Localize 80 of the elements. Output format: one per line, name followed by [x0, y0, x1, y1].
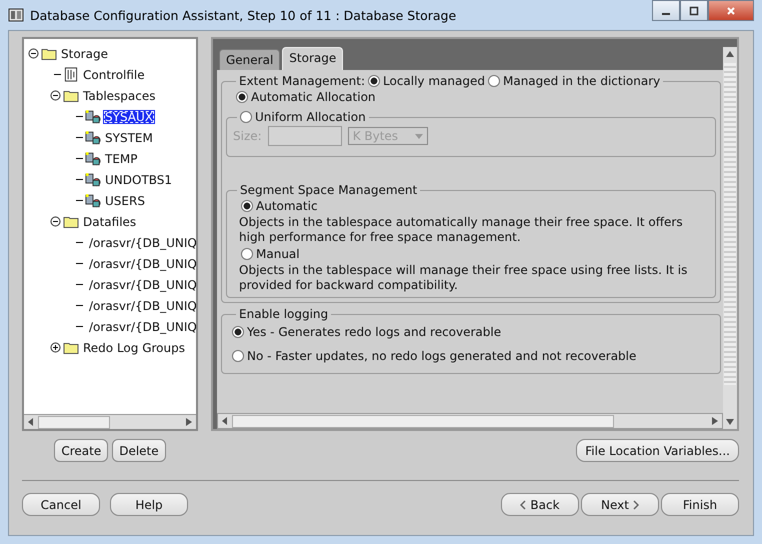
tree-item[interactable]: USERS [103, 194, 147, 208]
radio-label[interactable]: No - Faster updates, no redo logs generated and not recoverable [247, 349, 636, 363]
scroll-left-icon[interactable] [222, 417, 228, 425]
radio-label[interactable]: Yes - Generates redo logs and recoverable [247, 325, 502, 339]
scroll-right-icon[interactable] [712, 417, 718, 425]
radio-label[interactable]: Locally managed [383, 74, 485, 88]
horizontal-scrollbar[interactable] [24, 414, 196, 429]
option-description: Objects in the tablespace will manage their free space using free lists. It is provided for backward compatibility. [238, 263, 688, 293]
tree-item[interactable]: SYSAUX [103, 110, 155, 124]
radio-button[interactable] [368, 75, 380, 87]
minimize-button[interactable] [652, 0, 680, 21]
close-icon [726, 6, 736, 16]
database-icon [85, 151, 101, 166]
tree-item[interactable]: Storage [59, 46, 110, 60]
collapse-icon[interactable] [28, 48, 39, 59]
database-icon [85, 109, 101, 124]
tab[interactable]: General [219, 49, 280, 70]
close-button[interactable] [708, 0, 754, 21]
navigation-button[interactable]: Next [581, 493, 659, 516]
expand-icon[interactable] [50, 342, 61, 353]
dialog-button[interactable]: Cancel [22, 493, 100, 516]
tree-item[interactable]: SYSTEM [103, 130, 155, 144]
tree-item[interactable]: /orasvr/{DB_UNIQ [87, 278, 196, 292]
section-title: Segment Space Management [240, 183, 418, 197]
tab[interactable]: Storage [282, 47, 344, 70]
tree-item[interactable]: Tablespaces [81, 88, 158, 102]
radio-button[interactable] [240, 111, 252, 123]
tree-action-button[interactable]: Delete [112, 439, 166, 462]
radio-button[interactable] [236, 91, 248, 103]
radio-label[interactable]: Managed in the dictionary [502, 74, 660, 88]
scroll-left-icon[interactable] [28, 418, 34, 426]
option-description: Objects in the tablespace automatically manage their free space. It offers high performance for free space management. [238, 215, 684, 245]
tree-item[interactable]: UNDOTBS1 [103, 172, 174, 186]
extent-management-label: Extent Management: [239, 74, 365, 88]
tree-item[interactable]: /orasvr/{DB_UNIQ [87, 298, 196, 312]
document-icon [63, 67, 79, 82]
navigation-button[interactable]: Back [501, 493, 579, 516]
collapse-icon[interactable] [50, 90, 61, 101]
database-icon [85, 130, 101, 145]
scroll-down-icon[interactable] [726, 419, 734, 425]
radio-button[interactable] [488, 75, 500, 87]
tree-action-button[interactable]: Create [54, 439, 108, 462]
dialog-button[interactable]: Help [110, 493, 188, 516]
window-title: Database Configuration Assistant, Step 10 of 11 : Database Storage [30, 8, 456, 22]
folder-icon [41, 46, 57, 61]
caret-icon [414, 134, 423, 138]
radio-label[interactable]: Automatic [256, 199, 318, 213]
horizontal-scrollbar[interactable] [217, 413, 723, 429]
tree-item[interactable]: /orasvr/{DB_UNIQ [87, 320, 196, 334]
radio-button[interactable] [241, 248, 253, 260]
database-icon [85, 172, 101, 187]
minimize-icon [662, 12, 670, 14]
tree-item[interactable]: /orasvr/{DB_UNIQ [87, 236, 196, 250]
folder-icon [63, 340, 79, 355]
folder-icon [63, 88, 79, 103]
radio-button[interactable] [232, 326, 244, 338]
radio-label[interactable]: Uniform Allocation [255, 110, 366, 124]
chevron-right-icon [632, 500, 639, 510]
database-icon [85, 193, 101, 208]
folder-icon [63, 214, 79, 229]
app-icon [8, 7, 24, 23]
vertical-scrollbar[interactable] [723, 47, 737, 429]
scroll-up-icon[interactable] [726, 51, 734, 57]
radio-button[interactable] [232, 350, 244, 362]
tree-item[interactable]: /orasvr/{DB_UNIQ [87, 256, 196, 270]
maximize-button[interactable] [680, 0, 708, 21]
chevron-left-icon [520, 500, 526, 510]
tree-item[interactable]: Controlfile [81, 68, 147, 82]
maximize-icon [689, 6, 699, 16]
section-title: Enable logging [239, 307, 328, 321]
tree-item[interactable]: TEMP [103, 152, 140, 166]
collapse-icon[interactable] [50, 216, 61, 227]
navigation-button[interactable]: Finish [661, 493, 739, 516]
radio-button[interactable] [241, 200, 253, 212]
file-location-variables-button[interactable]: File Location Variables... [576, 439, 739, 462]
radio-label[interactable]: Automatic Allocation [251, 90, 376, 104]
tree-item[interactable]: Redo Log Groups [81, 340, 187, 354]
radio-label[interactable]: Manual [256, 247, 300, 261]
scroll-right-icon[interactable] [186, 418, 192, 426]
tree-item[interactable]: Datafiles [81, 214, 138, 228]
